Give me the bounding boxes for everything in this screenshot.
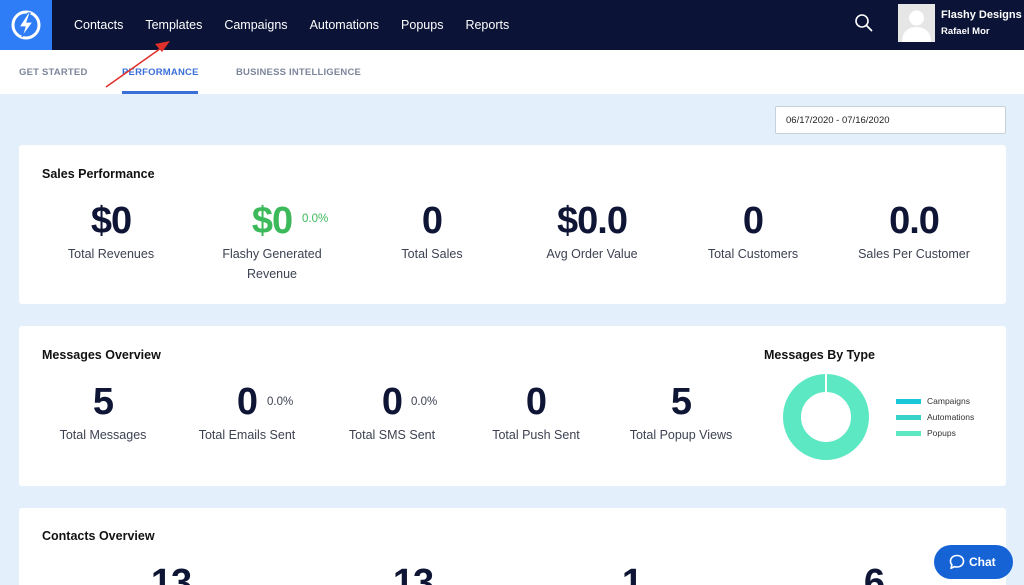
nav-contacts[interactable]: Contacts (74, 18, 123, 32)
chat-button[interactable]: Chat (934, 545, 1013, 579)
messages-by-type-donut (783, 374, 869, 460)
nav-automations[interactable]: Automations (310, 18, 379, 32)
search-icon[interactable] (854, 13, 874, 33)
account-menu[interactable]: Flashy Designs Rafael Mor (898, 4, 1024, 46)
stat-total-emails-sent: 0 Total Emails Sent (187, 382, 307, 445)
nav-reports[interactable]: Reports (465, 18, 509, 32)
main-nav: Contacts Templates Campaigns Automations… (63, 0, 520, 50)
nav-campaigns[interactable]: Campaigns (224, 18, 287, 32)
legend-swatch (896, 399, 921, 404)
messages-overview-title: Messages Overview (42, 348, 161, 362)
legend-label: Campaigns (927, 396, 970, 406)
legend-swatch (896, 431, 921, 436)
stat-label: Avg Order Value (546, 247, 638, 261)
stat-value: 5 (670, 381, 692, 423)
active-tab-indicator (122, 91, 198, 94)
stat-total-customers: 0 Total Customers (693, 201, 813, 264)
stat-total-popup-views: 5 Total Popup Views (621, 382, 741, 445)
chat-bubble-icon (949, 554, 965, 570)
lightning-logo-icon (11, 10, 41, 40)
stat-contacts-1: 13 (111, 563, 231, 585)
stat-label: Total Push Sent (492, 428, 580, 442)
nav-templates[interactable]: Templates (145, 18, 202, 32)
stat-value: 0.0 (889, 200, 940, 242)
stat-label: Total Popup Views (629, 428, 733, 442)
stat-value: 1 (621, 562, 643, 585)
messages-overview-card: Messages Overview 5 Total Messages 0 Tot… (19, 326, 1006, 486)
stat-avg-order-value: $0.0 Avg Order Value (532, 201, 652, 264)
stat-percentage: 0.0% (267, 396, 294, 408)
stat-value: $0.0 (557, 200, 628, 242)
stat-contacts-2: 13 (353, 563, 473, 585)
stat-percentage: 0.0% (302, 213, 329, 225)
date-range-picker[interactable]: 06/17/2020 - 07/16/2020 (775, 106, 1006, 134)
tab-performance[interactable]: PERFORMANCE (122, 67, 199, 78)
legend-swatch (896, 415, 921, 420)
stat-value: 0 (421, 200, 443, 242)
stat-label: Total Emails Sent (198, 428, 296, 442)
tab-get-started[interactable]: GET STARTED (19, 67, 88, 78)
stat-label: Total Revenues (67, 247, 155, 261)
contacts-overview-card: Contacts Overview 13 13 1 6 (19, 508, 1006, 585)
stat-total-revenues: $0 Total Revenues (51, 201, 171, 264)
messages-by-type-title: Messages By Type (764, 348, 875, 362)
top-navbar: Contacts Templates Campaigns Automations… (0, 0, 1024, 50)
account-name: Flashy Designs (941, 9, 1022, 21)
chat-label: Chat (969, 555, 996, 569)
stat-label: Sales Per Customer (858, 247, 970, 261)
stat-total-sales: 0 Total Sales (372, 201, 492, 264)
stat-percentage: 0.0% (411, 396, 438, 408)
stat-total-sms-sent: 0 Total SMS Sent (332, 382, 452, 445)
legend-label: Popups (927, 428, 956, 438)
stat-label: Total Messages (59, 428, 147, 442)
nav-popups[interactable]: Popups (401, 18, 443, 32)
stat-total-messages: 5 Total Messages (43, 382, 163, 445)
stat-label: Flashy Generated Revenue (222, 247, 322, 281)
stat-value: 6 (863, 562, 885, 585)
user-name: Rafael Mor (941, 26, 990, 37)
sales-performance-card: Sales Performance $0 Total Revenues $0 F… (19, 145, 1006, 304)
donut-slice-popups (783, 374, 869, 460)
user-silhouette-icon (898, 4, 935, 42)
stat-value: 5 (92, 381, 114, 423)
stat-value: 13 (150, 562, 192, 585)
stat-value: $0 (90, 200, 132, 242)
dashboard-tabs: GET STARTED PERFORMANCE BUSINESS INTELLI… (0, 50, 1024, 94)
stat-label: Total Sales (401, 247, 463, 261)
stat-label: Total SMS Sent (348, 428, 436, 442)
contacts-overview-title: Contacts Overview (42, 529, 155, 543)
flashy-logo[interactable] (0, 0, 52, 50)
stat-value: 0 (525, 381, 547, 423)
legend-label: Automations (927, 412, 975, 422)
stat-value: 13 (392, 562, 434, 585)
avatar (898, 4, 935, 42)
sales-performance-title: Sales Performance (42, 167, 155, 181)
stat-value: 0 (742, 200, 764, 242)
stat-total-push-sent: 0 Total Push Sent (476, 382, 596, 445)
stat-contacts-4: 6 (814, 563, 934, 585)
stat-sales-per-customer: 0.0 Sales Per Customer (849, 201, 979, 264)
stat-label: Total Customers (707, 247, 799, 261)
tab-business-intelligence[interactable]: BUSINESS INTELLIGENCE (236, 67, 361, 78)
stat-contacts-3: 1 (572, 563, 692, 585)
